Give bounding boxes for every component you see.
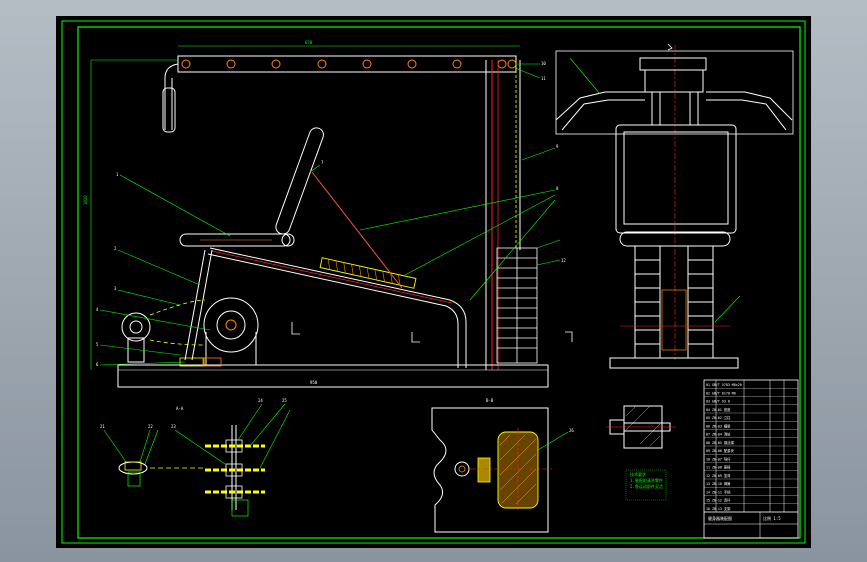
bottom-dimension-label: 950: [310, 380, 318, 385]
svg-text:23: 23: [171, 424, 176, 429]
parts-row-text: 10 ZB-07 导杆: [706, 456, 731, 461]
parts-row-text: 07 ZB-04 滑轮: [706, 432, 731, 437]
title-text: 健身器装配图: [708, 515, 732, 521]
parts-row-text: 14 ZB-11 手柄: [706, 489, 731, 494]
scale-text: 比例 1:5: [763, 515, 781, 521]
svg-text:22: 22: [148, 424, 153, 429]
left-dimension-label: 1820: [83, 195, 88, 205]
parts-row-text: 03 GB/T 93 8: [706, 400, 730, 404]
section-label-b: B-B: [486, 398, 494, 403]
cad-drawing-canvas: 670 1820 950 1 2 3 4 5 6 7 8 9 10 11 12 …: [56, 16, 811, 548]
svg-text:24: 24: [258, 398, 263, 403]
svg-text:11: 11: [541, 76, 546, 81]
parts-row-text: 05 ZB-02 立柱: [706, 415, 731, 420]
svg-text:21: 21: [100, 424, 105, 429]
parts-row-text: 04 ZB-01 底座: [706, 407, 731, 412]
svg-text:12: 12: [561, 258, 566, 263]
parts-row-text: 12 ZB-09 靠背: [706, 473, 731, 478]
parts-row-text: 15 ZB-12 连杆: [706, 498, 731, 503]
parts-row-text: 16 ZB-13 支架: [706, 506, 731, 511]
parts-row-text: 13 ZB-10 弹簧: [706, 481, 731, 486]
svg-text:10: 10: [541, 61, 546, 66]
parts-row-text: 08 ZB-05 钢丝绳: [706, 440, 734, 445]
parts-row-text: 11 ZB-08 座椅: [706, 465, 731, 470]
parts-row-text: 02 GB/T 6170 M8: [706, 391, 736, 395]
parts-row-text: 01 GB/T 5783 M8x20: [706, 383, 742, 387]
parts-row-text: 06 ZB-03 横梁: [706, 423, 731, 428]
top-dimension-label: 670: [305, 40, 313, 45]
svg-text:26: 26: [569, 428, 574, 433]
section-label-a: A-A: [176, 406, 184, 411]
parts-row-text: 09 ZB-06 配重块: [706, 448, 734, 453]
svg-text:25: 25: [282, 398, 287, 403]
